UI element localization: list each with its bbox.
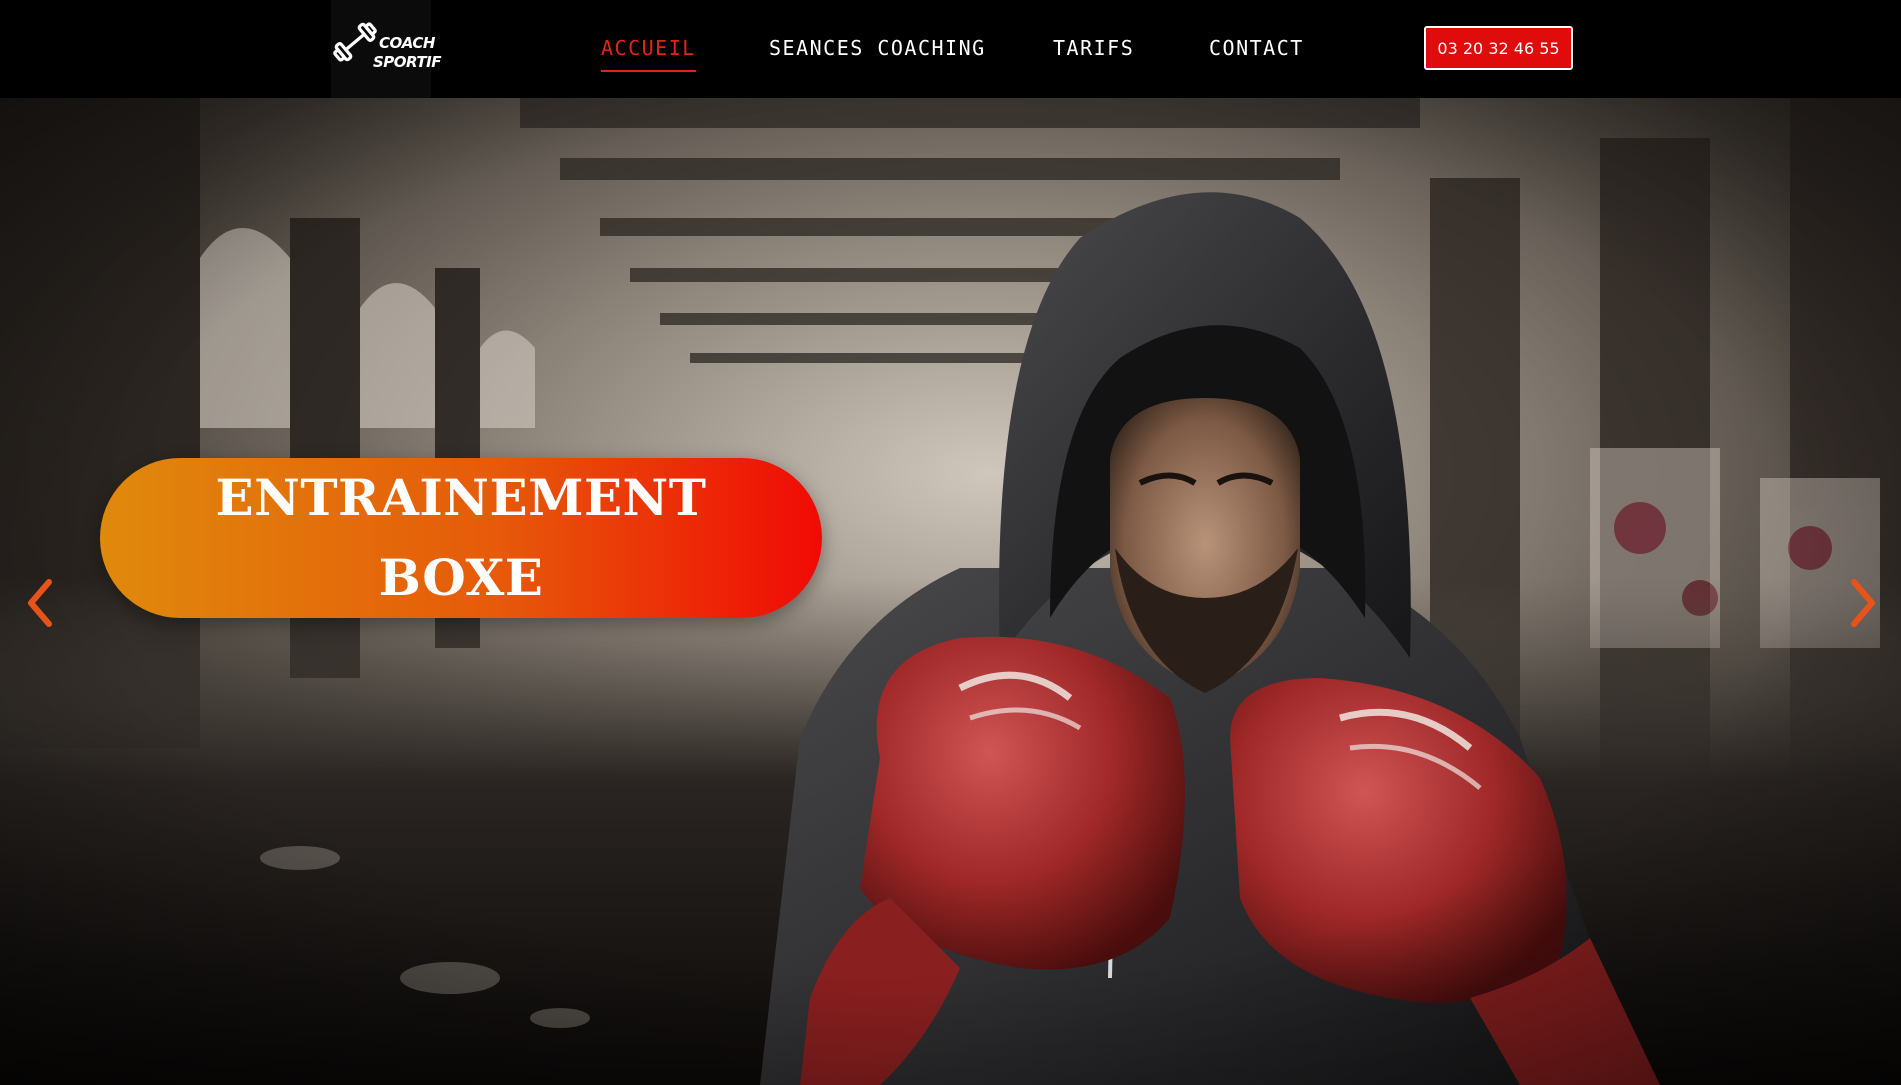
nav-item-accueil[interactable]: ACCUEIL: [601, 36, 696, 72]
slider-next-button[interactable]: [1843, 573, 1883, 633]
hero-title-line-2: BOXE: [378, 548, 544, 607]
logo-text: COACH SPORTIF: [373, 34, 441, 72]
phone-button[interactable]: 03 20 32 46 55: [1424, 26, 1573, 70]
nav-item-contact[interactable]: CONTACT: [1209, 36, 1304, 60]
dumbbell-icon: [333, 22, 377, 62]
chevron-left-icon: [28, 579, 52, 627]
nav-item-tarifs[interactable]: TARIFS: [1053, 36, 1134, 60]
site-header: COACH SPORTIF ACCUEIL SEANCES COACHING T…: [0, 0, 1901, 98]
site-logo[interactable]: COACH SPORTIF: [331, 0, 441, 98]
slider-prev-button[interactable]: [20, 573, 60, 633]
nav-item-seances-coaching[interactable]: SEANCES COACHING: [769, 36, 986, 60]
hero-slider: ENTRAINEMENT BOXE: [0, 98, 1901, 1085]
logo-line-2: SPORTIF: [373, 53, 441, 71]
hero-title-line-1: ENTRAINEMENT: [215, 468, 707, 527]
hero-title-banner: ENTRAINEMENT BOXE: [100, 458, 822, 618]
chevron-right-icon: [1851, 579, 1875, 627]
logo-line-1: COACH: [379, 34, 435, 52]
